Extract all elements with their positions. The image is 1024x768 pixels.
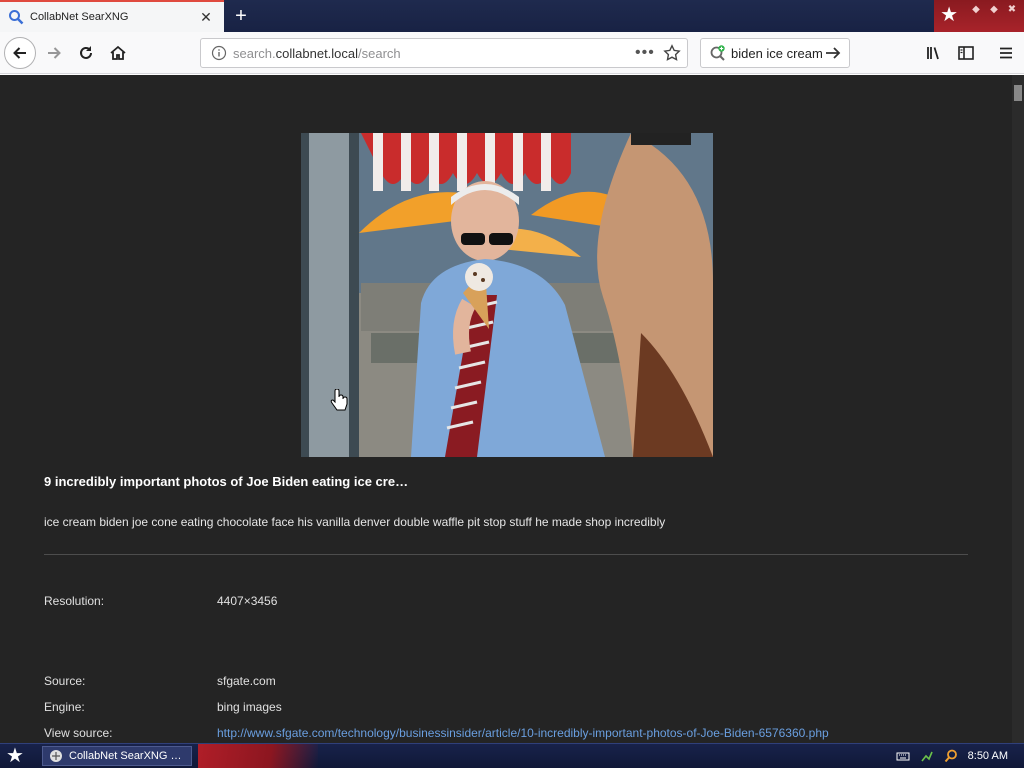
- result-title[interactable]: 9 incredibly important photos of Joe Bid…: [44, 474, 408, 489]
- search-go-arrow-icon[interactable]: [823, 44, 843, 62]
- browser-task-icon: [50, 750, 62, 762]
- page-content: 9 incredibly important photos of Joe Bid…: [0, 75, 1012, 743]
- new-tab-button[interactable]: +: [230, 5, 252, 27]
- url-text: search.collabnet.local/search: [233, 46, 635, 61]
- system-tray: 8:50 AM: [896, 744, 1024, 768]
- search-engine-icon: [710, 45, 725, 61]
- home-icon: [110, 45, 126, 60]
- url-prefix: search.: [233, 45, 276, 61]
- sidebar-toggle-button[interactable]: [950, 37, 982, 69]
- maximize-icon[interactable]: ◆: [988, 4, 1000, 16]
- search-query: biden ice cream: [731, 45, 823, 61]
- result-image[interactable]: [301, 133, 713, 457]
- network-icon[interactable]: [920, 749, 934, 763]
- clock: 8:50 AM: [967, 750, 1008, 762]
- site-info-icon[interactable]: [211, 45, 227, 61]
- url-path: /search: [358, 45, 401, 61]
- library-icon: [927, 47, 939, 60]
- result-description: ice cream biden joe cone eating chocolat…: [44, 515, 666, 529]
- forward-arrow-icon: [48, 47, 61, 59]
- resolution-label: Resolution:: [44, 594, 105, 608]
- library-button[interactable]: [918, 37, 950, 69]
- resolution-value: 4407×3456: [217, 594, 278, 608]
- result-photo-illustration: [301, 133, 713, 457]
- taskbar-window-button[interactable]: CollabNet SearXNG …: [42, 746, 192, 766]
- keyboard-icon[interactable]: [896, 749, 910, 763]
- tab-active[interactable]: CollabNet SearXNG ✕: [0, 0, 224, 32]
- hand-cursor-icon: [330, 389, 348, 411]
- search-favicon-icon: [9, 10, 24, 25]
- hamburger-menu-icon: [1000, 47, 1012, 59]
- taskbar: ★ CollabNet SearXNG … 8:50 AM: [0, 743, 1024, 768]
- title-bar: CollabNet SearXNG ✕ + ★ ◆ ◆ ✖: [0, 0, 1024, 32]
- back-button[interactable]: [4, 37, 36, 69]
- source-value: sfgate.com: [217, 674, 276, 688]
- search-bar[interactable]: biden ice cream: [700, 38, 850, 68]
- tab-close-icon[interactable]: ✕: [198, 9, 214, 25]
- url-bar[interactable]: search.collabnet.local/search •••: [200, 38, 688, 68]
- back-arrow-icon: [13, 47, 26, 59]
- window-controls: ◆ ◆ ✖: [970, 4, 1018, 16]
- reload-icon: [80, 46, 92, 59]
- tab-title: CollabNet SearXNG: [30, 11, 129, 23]
- star-logo-icon: ★: [940, 4, 958, 26]
- page-actions-icon[interactable]: •••: [635, 44, 655, 62]
- reload-button[interactable]: [70, 37, 102, 69]
- scrollbar-thumb[interactable]: [1014, 85, 1022, 101]
- window-close-icon[interactable]: ✖: [1006, 4, 1018, 16]
- bookmark-star-icon[interactable]: [663, 44, 681, 62]
- engine-label: Engine:: [44, 700, 85, 714]
- source-label: Source:: [44, 674, 86, 688]
- start-star-icon[interactable]: ★: [6, 746, 28, 766]
- divider: [44, 554, 968, 555]
- navigation-toolbar: search.collabnet.local/search ••• biden …: [0, 32, 1024, 74]
- search-tray-icon[interactable]: [944, 749, 958, 763]
- view-source-label: View source:: [44, 726, 113, 740]
- engine-value: bing images: [217, 700, 282, 714]
- home-button[interactable]: [102, 37, 134, 69]
- main-menu-button[interactable]: [990, 37, 1022, 69]
- taskbar-window-label: CollabNet SearXNG …: [69, 750, 182, 762]
- minimize-icon[interactable]: ◆: [970, 4, 982, 16]
- vertical-scrollbar[interactable]: [1012, 75, 1024, 743]
- sidebar-icon: [958, 46, 974, 60]
- view-source-link[interactable]: http://www.sfgate.com/technology/busines…: [217, 726, 829, 740]
- taskbar-decoration: [198, 744, 318, 768]
- url-host: collabnet.local: [275, 45, 359, 61]
- forward-button[interactable]: [38, 37, 70, 69]
